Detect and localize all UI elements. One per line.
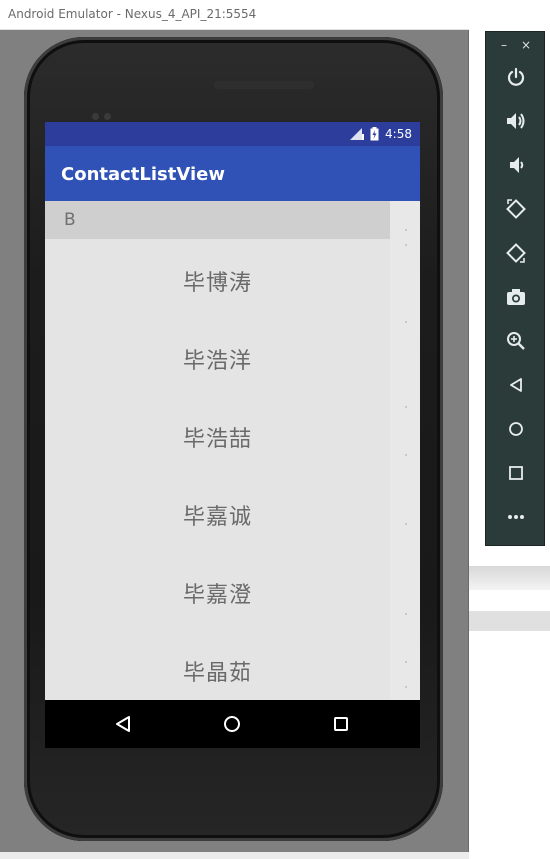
power-icon (507, 67, 525, 86)
device-screen[interactable]: 4:58 ContactListView B 毕博涛 毕浩洋 毕浩喆 毕嘉诚 毕… (45, 122, 420, 748)
index-marker (405, 686, 407, 688)
index-marker (405, 661, 407, 663)
desktop-background (469, 566, 550, 859)
section-letter: B (64, 210, 76, 230)
list-item[interactable]: 毕嘉澄 (45, 551, 390, 629)
desktop-strip (469, 611, 550, 631)
section-header: B (45, 201, 390, 239)
window-titlebar[interactable]: Android Emulator - Nexus_4_API_21:5554 (0, 0, 469, 30)
back-icon (510, 378, 522, 392)
close-button[interactable]: × (521, 38, 531, 52)
emulator-toolbar: – × (485, 31, 545, 546)
zoom-icon (507, 332, 525, 350)
home-button[interactable] (502, 415, 530, 443)
overview-icon (509, 466, 523, 480)
index-marker (405, 244, 407, 246)
desktop: Android Emulator - Nexus_4_API_21:5554 4… (0, 0, 550, 859)
volume-up-icon (507, 113, 525, 129)
minimize-button[interactable]: – (501, 38, 507, 52)
app-title: ContactListView (61, 164, 225, 185)
volume-down-icon (510, 157, 524, 173)
index-marker (405, 321, 407, 323)
home-icon (224, 716, 240, 732)
contact-name: 毕浩洋 (182, 349, 252, 374)
list-item[interactable]: 毕浩洋 (45, 317, 390, 395)
more-icon (508, 515, 524, 519)
nav-back-button[interactable] (111, 712, 135, 736)
rotate-left-icon (506, 199, 526, 219)
contact-name: 毕浩喆 (182, 427, 252, 452)
list-item[interactable]: 毕博涛 (45, 239, 390, 317)
window-title: Android Emulator - Nexus_4_API_21:5554 (8, 7, 257, 21)
rotate-right-icon (506, 243, 526, 263)
signal-icon (350, 128, 365, 140)
volume-up-button[interactable] (502, 107, 530, 135)
front-sensors (92, 105, 118, 120)
battery-icon (370, 127, 379, 141)
window-bottom-edge (0, 852, 469, 859)
nav-overview-button[interactable] (329, 712, 353, 736)
speaker-grille (214, 81, 314, 89)
overview-icon (334, 717, 348, 731)
index-marker (405, 406, 407, 408)
alphabet-index-bar[interactable] (390, 201, 420, 700)
volume-down-button[interactable] (502, 151, 530, 179)
nav-home-button[interactable] (220, 712, 244, 736)
camera-icon (507, 289, 525, 305)
contact-name: 毕嘉诚 (182, 505, 252, 530)
list-item[interactable]: 毕晶茹 (45, 629, 390, 707)
contact-name: 毕嘉澄 (182, 583, 252, 608)
screenshot-button[interactable] (502, 283, 530, 311)
index-marker (405, 523, 407, 525)
power-button[interactable] (502, 63, 530, 91)
home-icon (509, 422, 523, 436)
navigation-bar (45, 700, 420, 748)
back-icon (116, 716, 130, 732)
back-button[interactable] (502, 371, 530, 399)
zoom-button[interactable] (502, 327, 530, 355)
desktop-strip (469, 566, 550, 590)
index-marker (405, 454, 407, 456)
overview-button[interactable] (502, 459, 530, 487)
more-button[interactable] (502, 503, 530, 531)
status-time: 4:58 (385, 127, 412, 141)
contact-list[interactable]: B 毕博涛 毕浩洋 毕浩喆 毕嘉诚 毕嘉澄 毕晶茹 (45, 201, 420, 700)
status-bar: 4:58 (45, 122, 420, 146)
index-marker (405, 229, 407, 231)
contact-name: 毕晶茹 (182, 661, 252, 686)
index-marker (405, 613, 407, 615)
list-item[interactable]: 毕嘉诚 (45, 473, 390, 551)
app-bar: ContactListView (45, 146, 420, 201)
rotate-left-button[interactable] (502, 195, 530, 223)
rotate-right-button[interactable] (502, 239, 530, 267)
list-item[interactable]: 毕浩喆 (45, 395, 390, 473)
contact-name: 毕博涛 (182, 271, 252, 296)
emulator-window: Android Emulator - Nexus_4_API_21:5554 4… (0, 0, 469, 859)
